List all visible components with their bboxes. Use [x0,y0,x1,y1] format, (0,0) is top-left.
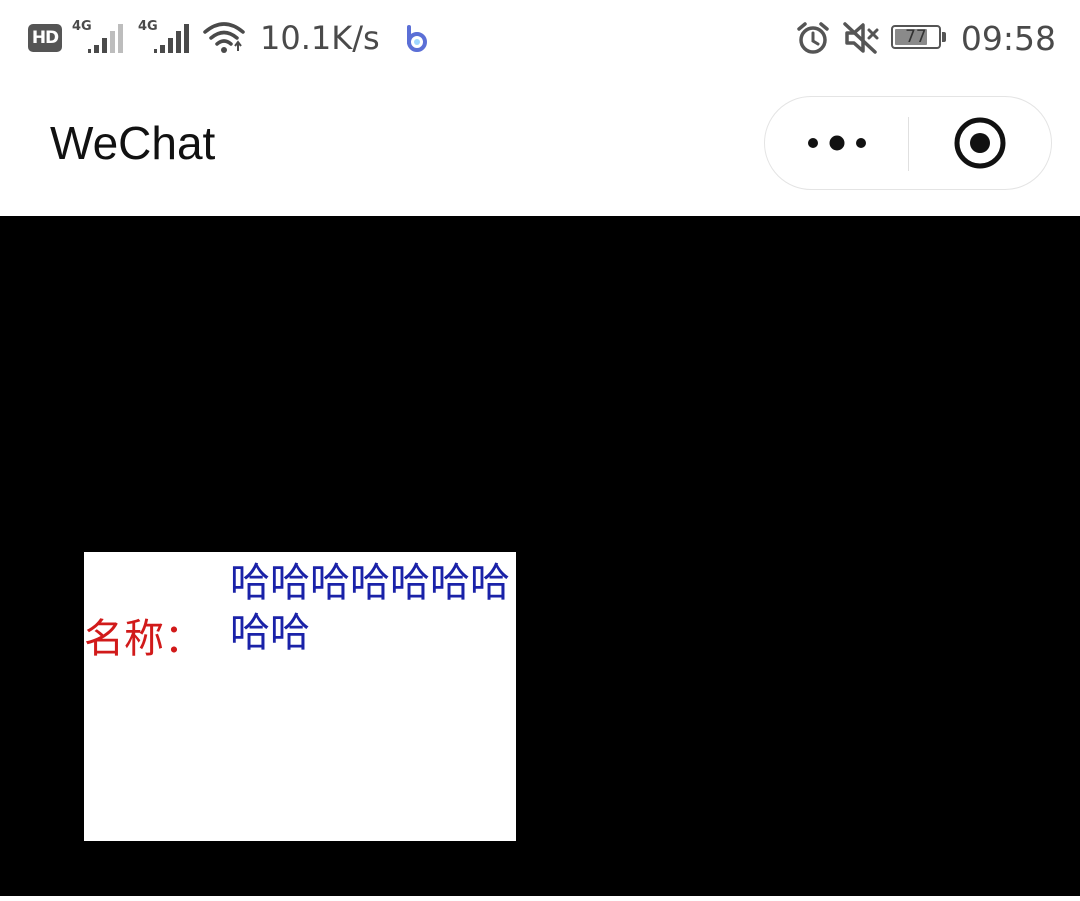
status-time: 09:58 [960,18,1056,58]
name-label: 名称： [84,616,204,662]
page-content: 名称： 哈哈哈哈哈哈哈哈哈 [0,216,1080,896]
app-b-icon [406,25,427,52]
more-dots-icon [807,135,866,151]
info-card: 名称： 哈哈哈哈哈哈哈哈哈 [84,552,516,841]
status-bar-right: 77 09:58 [795,14,1056,62]
hd-icon: HD [28,24,62,52]
navigation-bar: WeChat [0,76,1080,216]
battery-level: 77 [905,27,927,47]
wifi-icon [203,22,245,53]
status-bar-left: HD 4G 4G 10.1K/s [28,14,430,62]
bottom-edge [0,896,1080,901]
signal-icon-sim2: 4G [138,19,194,55]
signal-icon: 4G [72,19,128,55]
network-speed: 10.1K/s [260,19,380,57]
close-miniprogram-button[interactable] [909,97,1051,189]
battery-cap [941,32,946,42]
alarm-icon [797,22,829,54]
mute-icon [843,22,879,54]
status-bar: HD 4G 4G 10.1K/s 77 09:58 [0,0,1080,76]
menu-capsule [764,96,1052,190]
page-title: WeChat [50,117,216,169]
battery-icon: 77 [890,25,947,51]
close-target-icon [954,117,1006,169]
more-button[interactable] [765,97,908,189]
name-value: 哈哈哈哈哈哈哈哈哈 [230,560,510,656]
